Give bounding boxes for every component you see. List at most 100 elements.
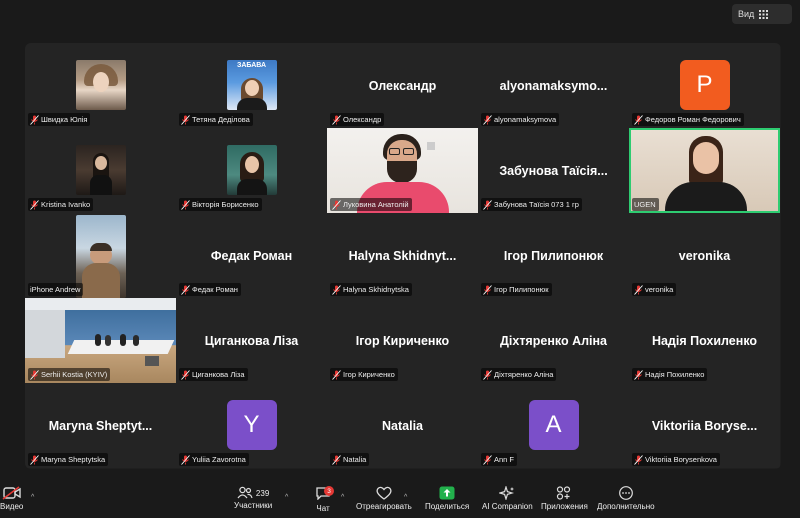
participant-tile[interactable]: Забунова Таїсія... Забунова Таїсія 073 1…: [478, 128, 629, 213]
participant-caption: Федак Роман: [179, 283, 241, 296]
participants-label: Участники: [234, 501, 273, 510]
mic-muted-icon: [332, 284, 341, 295]
participant-tile[interactable]: Kristina Ivanko: [25, 128, 176, 213]
more-label: Дополнительно: [597, 502, 655, 511]
top-bar: Вид: [0, 0, 800, 28]
apps-label: Приложения: [541, 502, 588, 511]
mic-muted-icon: [483, 454, 492, 465]
participant-tile[interactable]: Федак Роман Федак Роман: [176, 213, 327, 298]
share-button[interactable]: Поделиться: [425, 486, 469, 511]
participant-tile[interactable]: Maryna Sheptyt... Maryna Sheptytska: [25, 383, 176, 468]
participant-tile[interactable]: Діхтяренко Аліна Діхтяренко Аліна: [478, 298, 629, 383]
participant-name: Забунова Таїсія...: [499, 164, 608, 178]
participant-name: Maryna Sheptyt...: [48, 419, 153, 433]
participant-name: Ігор Пилипонюк: [503, 249, 604, 263]
mic-muted-icon: [30, 369, 39, 380]
participant-caption: Ann F: [481, 453, 518, 466]
participant-tile[interactable]: veronika veronika: [629, 213, 780, 298]
participant-avatar: A: [528, 400, 579, 450]
participant-name: Ігор Кириченко: [355, 334, 450, 348]
participant-caption: alyonamaksymova: [481, 113, 560, 126]
participant-photo: [75, 145, 126, 195]
participant-tile[interactable]: Halyna Skhidnyt... Halyna Skhidnytska: [327, 213, 478, 298]
participant-name: Надія Похиленко: [651, 334, 758, 348]
apps-icon: [557, 486, 571, 500]
participant-name: Федак Роман: [210, 249, 293, 263]
participant-tile[interactable]: A Ann F: [478, 383, 629, 468]
participant-tile[interactable]: Вікторія Борисенко: [176, 128, 327, 213]
participant-caption: Тетяна Деділова: [179, 113, 253, 126]
share-label: Поделиться: [425, 502, 470, 511]
participant-tile[interactable]: alyonamaksymo... alyonamaksymova: [478, 43, 629, 128]
participant-caption: Ігор Кириченко: [330, 368, 398, 381]
participant-caption: Циганкова Ліза: [179, 368, 248, 381]
participants-options-chevron-icon[interactable]: ^: [285, 494, 288, 501]
participant-name: Діхтяренко Аліна: [499, 334, 608, 348]
chat-label: Чат: [316, 504, 330, 513]
participant-tile[interactable]: Луковина Анатолій: [327, 128, 478, 213]
mic-muted-icon: [181, 199, 190, 210]
participant-caption: Maryna Sheptytska: [28, 453, 109, 466]
participant-caption: Ігор Пилипонюк: [481, 283, 552, 296]
participant-tile[interactable]: Ігор Кириченко Ігор Кириченко: [327, 298, 478, 383]
react-label: Отреагировать: [356, 502, 412, 511]
participant-tile[interactable]: iPhone Andrew: [25, 213, 176, 298]
participant-caption: Федоров Роман Федорович: [632, 113, 744, 126]
participant-caption: Швидка Юлія: [28, 113, 91, 126]
participant-name: veronika: [678, 249, 731, 263]
participant-name: Олександр: [368, 79, 437, 93]
participant-caption: iPhone Andrew: [28, 283, 84, 296]
video-label: Видео: [0, 502, 24, 511]
participant-caption: Олександр: [330, 113, 385, 126]
mic-muted-icon: [181, 284, 190, 295]
mic-muted-icon: [483, 369, 492, 380]
participant-caption: Kristina Ivanko: [28, 198, 94, 211]
participant-tile[interactable]: Олександр Олександр: [327, 43, 478, 128]
participant-name: Halyna Skhidnyt...: [348, 249, 457, 263]
participant-name: Natalia: [382, 419, 423, 433]
mic-muted-icon: [30, 454, 39, 465]
participant-name: Viktoriia Boryse...: [651, 419, 758, 433]
participant-tile[interactable]: Циганкова Ліза Циганкова Ліза: [176, 298, 327, 383]
participant-caption: Halyna Skhidnytska: [330, 283, 412, 296]
mic-muted-icon: [181, 114, 190, 125]
ai-companion-label: AI Companion: [482, 502, 533, 511]
view-button[interactable]: Вид: [732, 4, 792, 24]
mic-muted-icon: [332, 114, 341, 125]
participant-tile[interactable]: Viktoriia Boryse... Viktoriia Borysenkov…: [629, 383, 780, 468]
participant-tile[interactable]: P Федоров Роман Федорович: [629, 43, 780, 128]
participant-tile[interactable]: Natalia Natalia: [327, 383, 478, 468]
logo-text: ЗАБАВА: [236, 62, 267, 69]
mic-muted-icon: [634, 114, 643, 125]
mic-muted-icon: [483, 199, 492, 210]
participant-caption: Вікторія Борисенко: [179, 198, 262, 211]
chat-button[interactable]: 3 Чат: [315, 486, 334, 513]
people-icon: [237, 486, 253, 499]
ai-companion-button[interactable]: AI Companion: [482, 486, 533, 511]
participant-tile[interactable]: Надія Похиленко Надія Похиленко: [629, 298, 780, 383]
view-label: Вид: [738, 9, 755, 19]
participant-tile[interactable]: Ігор Пилипонюк Ігор Пилипонюк: [478, 213, 629, 298]
participant-name: alyonamaksymo...: [499, 79, 608, 93]
participant-tile[interactable]: ЗАБАВА Тетяна Деділова: [176, 43, 327, 128]
apps-button[interactable]: Приложения: [541, 486, 588, 511]
participant-tile[interactable]: Швидка Юлія: [25, 43, 176, 128]
share-screen-icon: [439, 486, 455, 500]
participant-tile[interactable]: Serhii Kostia (KYIV): [25, 298, 176, 383]
video-options-chevron-icon[interactable]: ^: [31, 494, 34, 501]
video-button[interactable]: Видео: [0, 486, 23, 511]
more-button[interactable]: Дополнительно: [597, 486, 655, 511]
mic-muted-icon: [30, 199, 39, 210]
more-dots-icon: [618, 486, 633, 500]
participant-tile-active-speaker[interactable]: UGEN: [629, 128, 780, 213]
mic-muted-icon: [181, 369, 190, 380]
mic-muted-icon: [332, 369, 341, 380]
heart-icon: [376, 486, 392, 500]
mic-muted-icon: [181, 454, 190, 465]
react-options-chevron-icon[interactable]: ^: [404, 494, 407, 501]
grid-icon: [759, 9, 769, 19]
gallery-grid: Швидка Юлія ЗАБАВА Тетяна Деділова Олекс…: [25, 43, 781, 469]
participants-button[interactable]: 239 Участники: [234, 486, 272, 510]
chat-options-chevron-icon[interactable]: ^: [341, 494, 344, 501]
participant-tile[interactable]: Y Yuliia Zavorotna: [176, 383, 327, 468]
